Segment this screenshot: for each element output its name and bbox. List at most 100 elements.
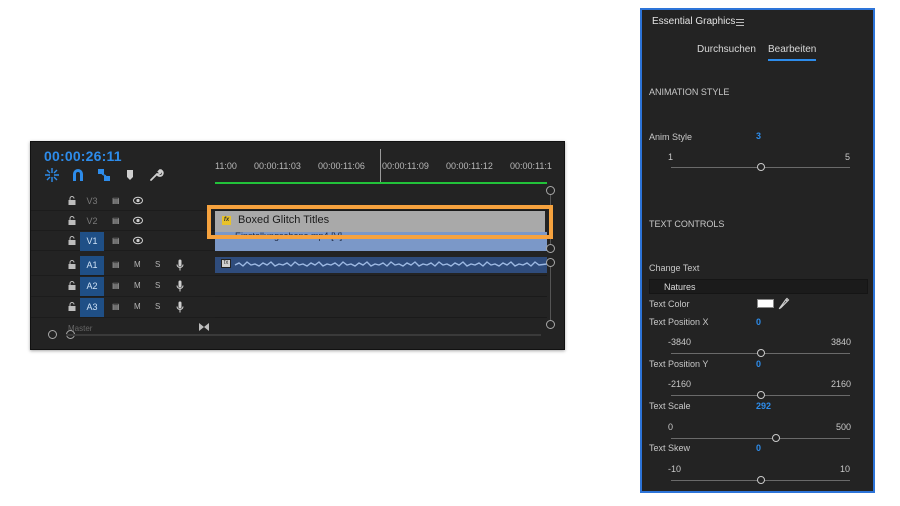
scroll-knob-top[interactable]	[546, 258, 555, 267]
text-skew-slider[interactable]	[671, 476, 850, 484]
sync-lock-icon[interactable]: ▤	[112, 236, 120, 246]
sync-lock-icon[interactable]: ▤	[112, 260, 120, 270]
lock-icon[interactable]	[68, 302, 76, 311]
lane-a1[interactable]: fx	[215, 255, 547, 276]
snap-magnet-icon[interactable]	[70, 167, 86, 183]
track-header-v3: V3 ▤	[31, 191, 215, 211]
track-header-v2: V2 ▤	[31, 211, 215, 231]
slider-thumb[interactable]	[756, 476, 765, 484]
solo-button[interactable]: S	[155, 260, 160, 270]
text-position-x-value[interactable]: 0	[756, 317, 761, 327]
scroll-track	[550, 266, 551, 320]
section-animation-style: ANIMATION STYLE	[649, 87, 730, 97]
text-position-x-label: Text Position X	[649, 317, 709, 327]
scroll-knob-left[interactable]	[48, 330, 57, 339]
slider-thumb[interactable]	[756, 163, 765, 171]
lock-icon[interactable]	[68, 260, 76, 269]
time-ruler[interactable]: 11:00 00:00:11:03 00:00:11:06 00:00:11:0…	[215, 142, 552, 186]
ruler-label: 00:00:11:03	[254, 161, 301, 171]
linked-selection-icon[interactable]	[96, 167, 112, 183]
text-position-x-slider[interactable]	[671, 349, 850, 357]
tab-bearbeiten[interactable]: Bearbeiten	[768, 44, 817, 61]
text-position-x-min: -3840	[668, 337, 692, 347]
lock-icon[interactable]	[68, 236, 76, 245]
audio-clip[interactable]: fx	[215, 257, 547, 273]
ruler-label: 11:00	[215, 161, 237, 171]
text-position-y-max: 2160	[831, 379, 852, 389]
track-label-v3[interactable]: V3	[80, 192, 104, 211]
lock-icon[interactable]	[68, 196, 76, 205]
ruler-label: 00:00:11:09	[382, 161, 429, 171]
mute-button[interactable]: M	[134, 281, 141, 291]
sync-lock-icon[interactable]: ▤	[112, 302, 120, 312]
text-scale-max: 500	[836, 422, 852, 432]
text-scale-label: Text Scale	[649, 401, 691, 411]
anim-style-label: Anim Style	[649, 132, 693, 142]
lock-icon[interactable]	[68, 281, 76, 290]
timecode-display[interactable]: 00:00:26:11	[44, 148, 122, 164]
solo-button[interactable]: S	[155, 281, 160, 291]
eyedropper-icon[interactable]	[778, 297, 790, 310]
track-header-a2: A2 ▤ M S	[31, 276, 215, 297]
anim-style-slider[interactable]	[671, 163, 850, 171]
mute-button[interactable]: M	[134, 260, 141, 270]
text-position-y-min: -2160	[668, 379, 692, 389]
highlight-box	[207, 205, 553, 239]
playhead[interactable]	[380, 149, 381, 182]
timeline-panel: 00:00:26:11 11:00 00:00:11:03 00:00:11:0…	[30, 141, 565, 350]
eye-icon[interactable]	[133, 236, 143, 245]
sync-lock-icon[interactable]: ▤	[112, 196, 120, 206]
microphone-icon[interactable]	[176, 301, 184, 313]
work-area-bar[interactable]	[215, 182, 547, 184]
track-label-a3[interactable]: A3	[80, 298, 104, 317]
section-text-controls: TEXT CONTROLS	[649, 219, 725, 229]
scroll-knob-top[interactable]	[546, 186, 555, 195]
sync-lock-icon[interactable]: ▤	[112, 216, 120, 226]
anim-style-value[interactable]: 3	[756, 131, 761, 141]
microphone-icon[interactable]	[176, 280, 184, 292]
slider-thumb[interactable]	[756, 391, 765, 399]
lane-a3[interactable]	[215, 297, 547, 318]
scroll-knob-bottom[interactable]	[546, 320, 555, 329]
sync-lock-icon[interactable]: ▤	[112, 281, 120, 291]
track-label-a1[interactable]: A1	[80, 256, 104, 275]
lock-icon[interactable]	[68, 216, 76, 225]
microphone-icon[interactable]	[176, 259, 184, 271]
track-label-v1[interactable]: V1	[80, 232, 104, 251]
slider-thumb[interactable]	[771, 434, 780, 442]
text-scale-value[interactable]: 292	[756, 401, 771, 411]
insert-nest-icon[interactable]	[44, 167, 60, 183]
text-color-swatch[interactable]	[757, 299, 774, 308]
track-headers: V3 ▤ V2 ▤ V1 ▤ A1 ▤ M S A2 ▤ M S A3 ▤ M …	[31, 191, 215, 318]
panel-menu-icon[interactable]	[736, 19, 744, 26]
slider-thumb[interactable]	[756, 349, 765, 357]
mute-button[interactable]: M	[134, 302, 141, 312]
text-skew-value[interactable]: 0	[756, 443, 761, 453]
track-header-v1: V1 ▤	[31, 231, 215, 251]
panel-title: Essential Graphics	[652, 16, 736, 27]
tab-durchsuchen[interactable]: Durchsuchen	[697, 44, 756, 55]
eye-icon[interactable]	[133, 196, 143, 205]
text-color-label: Text Color	[649, 299, 690, 309]
essential-graphics-panel: Essential Graphics Durchsuchen Bearbeite…	[640, 8, 875, 493]
wrench-icon[interactable]	[148, 167, 164, 183]
lane-a2[interactable]	[215, 276, 547, 297]
track-label-v2[interactable]: V2	[80, 212, 104, 231]
text-position-y-slider[interactable]	[671, 391, 850, 399]
add-marker-icon[interactable]	[122, 167, 138, 183]
horizontal-zoom-scrollbar[interactable]	[48, 329, 548, 341]
track-header-a1: A1 ▤ M S	[31, 255, 215, 276]
text-skew-min: -10	[668, 464, 682, 474]
eye-icon[interactable]	[133, 216, 143, 225]
change-text-label: Change Text	[649, 263, 700, 273]
anim-style-min: 1	[668, 152, 674, 162]
track-label-a2[interactable]: A2	[80, 277, 104, 296]
scroll-knob-bottom[interactable]	[546, 244, 555, 253]
text-scale-slider[interactable]	[671, 434, 850, 442]
text-position-y-value[interactable]: 0	[756, 359, 761, 369]
change-text-input[interactable]	[649, 279, 868, 294]
solo-button[interactable]: S	[155, 302, 160, 312]
ruler-label: 00:00:11:1	[510, 161, 552, 171]
track-header-a3: A3 ▤ M S	[31, 297, 215, 318]
ruler-label: 00:00:11:12	[446, 161, 493, 171]
